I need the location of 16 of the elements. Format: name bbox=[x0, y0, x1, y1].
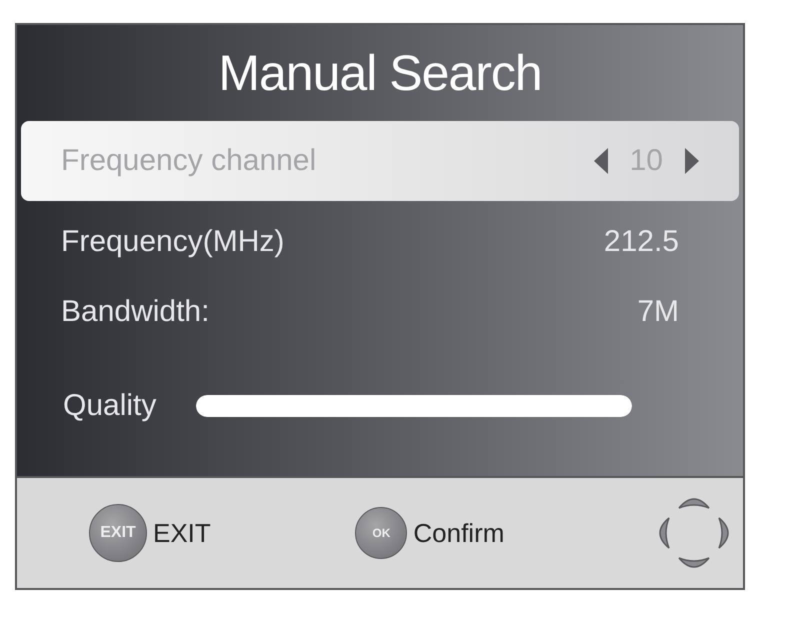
remote-key: EXIT bbox=[89, 504, 147, 562]
key-label: EXIT bbox=[153, 518, 211, 548]
row-label: Frequency channel bbox=[61, 144, 316, 178]
row-value: 212.5 bbox=[604, 225, 679, 259]
remote-key: OK bbox=[355, 507, 408, 559]
menu-row[interactable]: Bandwidth: 7M bbox=[21, 277, 739, 347]
menu-row[interactable]: Frequency(MHz) 212.5 bbox=[21, 207, 739, 277]
menu-title: Manual Search bbox=[217, 44, 543, 103]
left-arrow-icon[interactable] bbox=[594, 148, 608, 174]
key-label: Confirm bbox=[413, 518, 504, 548]
row-label: Bandwidth: bbox=[61, 295, 210, 329]
row-value: 10 bbox=[630, 144, 663, 178]
row-value: 7M bbox=[637, 295, 679, 329]
right-arrow-icon[interactable] bbox=[685, 148, 699, 174]
quality-label: Quality bbox=[63, 389, 156, 423]
row-label: Frequency(MHz) bbox=[61, 225, 284, 259]
